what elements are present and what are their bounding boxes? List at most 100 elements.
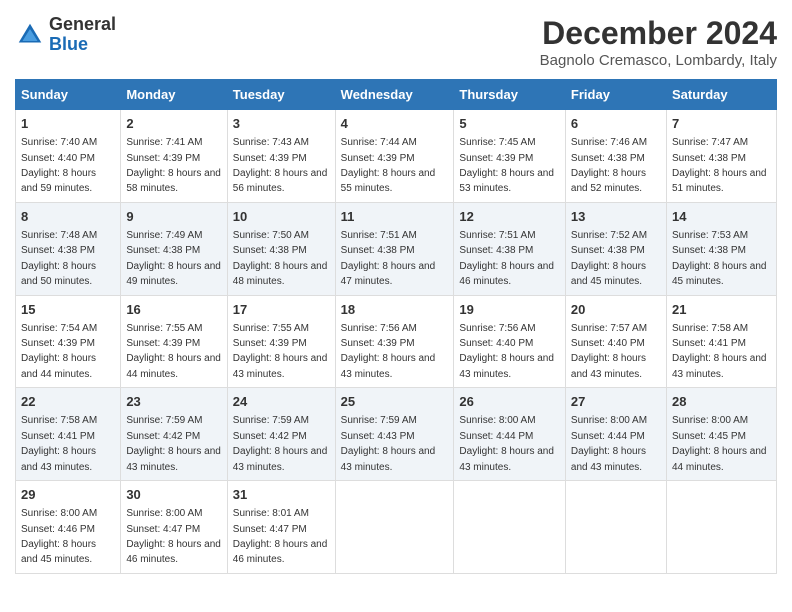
daylight-info: Daylight: 8 hours and 52 minutes. bbox=[571, 168, 646, 194]
calendar-cell: 29Sunrise: 8:00 AMSunset: 4:46 PMDayligh… bbox=[16, 481, 121, 574]
sunset-info: Sunset: 4:46 PM bbox=[21, 524, 95, 535]
sunset-info: Sunset: 4:38 PM bbox=[571, 245, 645, 256]
sunrise-info: Sunrise: 7:51 AM bbox=[341, 230, 417, 241]
calendar-cell bbox=[565, 481, 666, 574]
daylight-info: Daylight: 8 hours and 49 minutes. bbox=[126, 261, 221, 287]
location-title: Bagnolo Cremasco, Lombardy, Italy bbox=[540, 52, 777, 69]
day-number: 19 bbox=[459, 301, 560, 319]
calendar-cell: 8Sunrise: 7:48 AMSunset: 4:38 PMDaylight… bbox=[16, 202, 121, 295]
sunset-info: Sunset: 4:39 PM bbox=[459, 153, 533, 164]
calendar-cell: 20 Sunrise: 7:57 AM Sunset: 4:40 PM Dayligh… bbox=[565, 295, 666, 388]
day-number: 11 bbox=[341, 208, 449, 226]
calendar-cell bbox=[666, 481, 776, 574]
daylight-info: Daylight: 8 hours and 50 minutes. bbox=[21, 261, 96, 287]
sunset-info: Sunset: 4:40 PM bbox=[571, 338, 645, 349]
sunset-info: Sunset: 4:39 PM bbox=[341, 338, 415, 349]
daylight-info: Daylight: 8 hours and 46 minutes. bbox=[459, 261, 554, 287]
sunset-info: Sunset: 4:39 PM bbox=[233, 338, 307, 349]
logo-blue-text: Blue bbox=[49, 35, 116, 55]
sunset-info: Sunset: 4:38 PM bbox=[341, 245, 415, 256]
day-number: 31 bbox=[233, 486, 330, 504]
sunrise-info: Sunrise: 7:56 AM bbox=[341, 323, 417, 334]
calendar-cell bbox=[454, 481, 566, 574]
calendar-cell: 24Sunrise: 7:59 AMSunset: 4:42 PMDayligh… bbox=[227, 388, 335, 481]
sunset-info: Sunset: 4:45 PM bbox=[672, 431, 746, 442]
col-monday: Monday bbox=[121, 80, 227, 110]
sunset-info: Sunset: 4:38 PM bbox=[672, 245, 746, 256]
sunset-info: Sunset: 4:41 PM bbox=[21, 431, 95, 442]
sunset-info: Sunset: 4:38 PM bbox=[233, 245, 307, 256]
daylight-info: Daylight: 8 hours and 43 minutes. bbox=[21, 446, 96, 472]
daylight-info: Daylight: 8 hours and 43 minutes. bbox=[459, 353, 554, 379]
day-number: 12 bbox=[459, 208, 560, 226]
sunrise-info: Sunrise: 7:55 AM bbox=[126, 323, 202, 334]
sunset-info: Sunset: 4:38 PM bbox=[459, 245, 533, 256]
sunrise-info: Sunrise: 7:58 AM bbox=[21, 415, 97, 426]
calendar-cell: 18Sunrise: 7:56 AMSunset: 4:39 PMDayligh… bbox=[335, 295, 454, 388]
sunrise-info: Sunrise: 8:00 AM bbox=[21, 508, 97, 519]
daylight-info: Daylight: 8 hours and 43 minutes. bbox=[233, 446, 328, 472]
day-number: 1 bbox=[21, 115, 115, 133]
calendar-cell: 21Sunrise: 7:58 AMSunset: 4:41 PMDayligh… bbox=[666, 295, 776, 388]
header-row: Sunday Monday Tuesday Wednesday Thursday… bbox=[16, 80, 777, 110]
daylight-info: Daylight: 8 hours and 45 minutes. bbox=[571, 261, 646, 287]
col-thursday: Thursday bbox=[454, 80, 566, 110]
daylight-info: Daylight: 8 hours and 51 minutes. bbox=[672, 168, 767, 194]
daylight-info: Daylight: 8 hours and 44 minutes. bbox=[672, 446, 767, 472]
sunset-info: Sunset: 4:40 PM bbox=[21, 153, 95, 164]
sunrise-info: Sunrise: 8:00 AM bbox=[126, 508, 202, 519]
logo: General Blue bbox=[15, 15, 116, 55]
calendar-cell: 30Sunrise: 8:00 AMSunset: 4:47 PMDayligh… bbox=[121, 481, 227, 574]
calendar-cell: 12Sunrise: 7:51 AMSunset: 4:38 PMDayligh… bbox=[454, 202, 566, 295]
sunset-info: Sunset: 4:39 PM bbox=[341, 153, 415, 164]
calendar-cell: 5Sunrise: 7:45 AMSunset: 4:39 PMDaylight… bbox=[454, 110, 566, 203]
day-number: 20 bbox=[571, 301, 661, 319]
daylight-info: Daylight: 8 hours and 43 minutes. bbox=[571, 353, 646, 379]
sunrise-info: Sunrise: 8:00 AM bbox=[672, 415, 748, 426]
day-number: 21 bbox=[672, 301, 771, 319]
daylight-info: Daylight: 8 hours and 43 minutes. bbox=[341, 446, 436, 472]
calendar-week-3: 15Sunrise: 7:54 AMSunset: 4:39 PMDayligh… bbox=[16, 295, 777, 388]
sunset-info: Sunset: 4:38 PM bbox=[21, 245, 95, 256]
day-number: 28 bbox=[672, 393, 771, 411]
day-number: 16 bbox=[126, 301, 221, 319]
day-number: 18 bbox=[341, 301, 449, 319]
calendar-cell: 2Sunrise: 7:41 AMSunset: 4:39 PMDaylight… bbox=[121, 110, 227, 203]
day-number: 3 bbox=[233, 115, 330, 133]
calendar-cell: 14Sunrise: 7:53 AMSunset: 4:38 PMDayligh… bbox=[666, 202, 776, 295]
calendar-cell: 26Sunrise: 8:00 AMSunset: 4:44 PMDayligh… bbox=[454, 388, 566, 481]
day-number: 17 bbox=[233, 301, 330, 319]
sunrise-info: Sunrise: 7:56 AM bbox=[459, 323, 535, 334]
day-number: 30 bbox=[126, 486, 221, 504]
day-number: 10 bbox=[233, 208, 330, 226]
calendar-cell: 1Sunrise: 7:40 AMSunset: 4:40 PMDaylight… bbox=[16, 110, 121, 203]
daylight-info: Daylight: 8 hours and 53 minutes. bbox=[459, 168, 554, 194]
calendar-header: Sunday Monday Tuesday Wednesday Thursday… bbox=[16, 80, 777, 110]
daylight-info: Daylight: 8 hours and 43 minutes. bbox=[233, 353, 328, 379]
day-number: 5 bbox=[459, 115, 560, 133]
sunset-info: Sunset: 4:41 PM bbox=[672, 338, 746, 349]
calendar-cell: 7Sunrise: 7:47 AMSunset: 4:38 PMDaylight… bbox=[666, 110, 776, 203]
calendar-cell bbox=[335, 481, 454, 574]
calendar-cell: 25Sunrise: 7:59 AMSunset: 4:43 PMDayligh… bbox=[335, 388, 454, 481]
sunrise-info: Sunrise: 8:00 AM bbox=[571, 415, 647, 426]
day-number: 14 bbox=[672, 208, 771, 226]
month-title: December 2024 bbox=[540, 15, 777, 52]
daylight-info: Daylight: 8 hours and 43 minutes. bbox=[126, 446, 221, 472]
sunrise-info: Sunrise: 7:49 AM bbox=[126, 230, 202, 241]
day-number: 24 bbox=[233, 393, 330, 411]
page-header: General Blue December 2024 Bagnolo Crema… bbox=[15, 15, 777, 69]
sunset-info: Sunset: 4:39 PM bbox=[126, 153, 200, 164]
logo-icon bbox=[15, 20, 45, 50]
daylight-info: Daylight: 8 hours and 45 minutes. bbox=[672, 261, 767, 287]
sunset-info: Sunset: 4:47 PM bbox=[233, 524, 307, 535]
calendar-cell: 11Sunrise: 7:51 AMSunset: 4:38 PMDayligh… bbox=[335, 202, 454, 295]
calendar-body: 1Sunrise: 7:40 AMSunset: 4:40 PMDaylight… bbox=[16, 110, 777, 574]
sunrise-info: Sunrise: 7:57 AM bbox=[571, 323, 647, 334]
day-number: 29 bbox=[21, 486, 115, 504]
calendar-table: Sunday Monday Tuesday Wednesday Thursday… bbox=[15, 79, 777, 574]
calendar-cell: 19Sunrise: 7:56 AMSunset: 4:40 PMDayligh… bbox=[454, 295, 566, 388]
sunrise-info: Sunrise: 8:01 AM bbox=[233, 508, 309, 519]
day-number: 27 bbox=[571, 393, 661, 411]
day-number: 15 bbox=[21, 301, 115, 319]
